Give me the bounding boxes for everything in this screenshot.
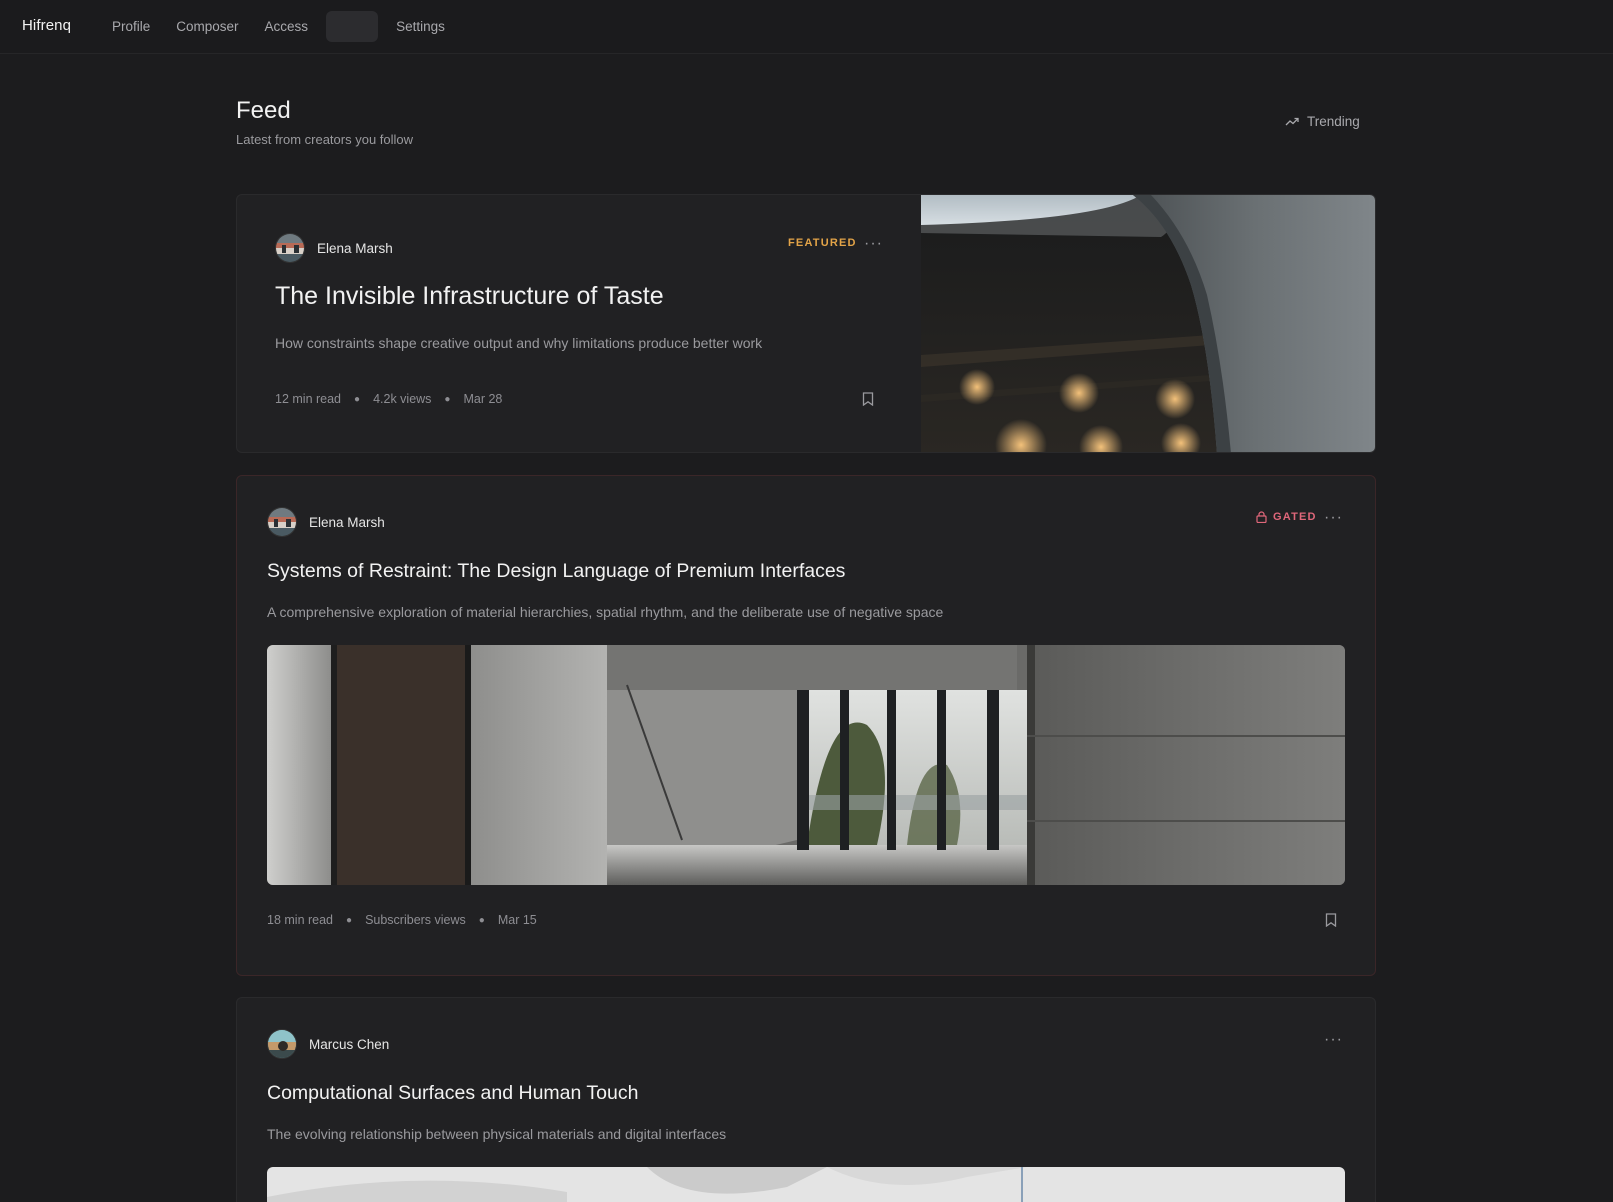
- nav-item-settings[interactable]: Settings: [388, 11, 453, 42]
- more-options-icon[interactable]: ···: [864, 236, 883, 252]
- bookmark-icon[interactable]: [1325, 913, 1337, 932]
- trending-up-icon: [1285, 117, 1299, 125]
- post-meta: 18 min read ● Subscribers views ● Mar 15: [267, 913, 537, 927]
- avatar: [267, 507, 297, 537]
- main-nav: Profile Composer Access Settings: [104, 11, 463, 42]
- bookmark-icon[interactable]: [862, 392, 874, 411]
- more-options-icon[interactable]: ···: [1324, 510, 1343, 526]
- post-date: Mar 15: [497, 913, 537, 927]
- read-time: 18 min read: [267, 913, 334, 927]
- trending-button[interactable]: Trending: [1285, 114, 1360, 129]
- gated-badge: GATED: [1256, 511, 1317, 523]
- trending-label: Trending: [1307, 114, 1360, 129]
- view-count: 4.2k views: [373, 392, 432, 406]
- post-description: A comprehensive exploration of material …: [267, 604, 944, 620]
- more-options-icon[interactable]: ···: [1324, 1032, 1343, 1048]
- brand-logo[interactable]: Hifrenq: [22, 17, 71, 34]
- nav-item-access[interactable]: Access: [257, 11, 317, 42]
- post-cover-image[interactable]: [267, 645, 1345, 885]
- post-description: How constraints shape creative output an…: [275, 335, 763, 351]
- separator-dot: ●: [346, 914, 353, 926]
- separator-dot: ●: [478, 914, 485, 926]
- lock-icon: [1256, 511, 1267, 523]
- post-author[interactable]: Elena Marsh: [275, 233, 393, 263]
- post-cover-image[interactable]: [267, 1167, 1345, 1202]
- author-name: Elena Marsh: [309, 514, 385, 530]
- post-card[interactable]: Marcus Chen ··· Computational Surfaces a…: [236, 997, 1376, 1202]
- post-meta: 12 min read ● 4.2k views ● Mar 28: [275, 392, 502, 406]
- top-nav-bar: Hifrenq Profile Composer Access Settings: [0, 0, 1613, 54]
- separator-dot: ●: [444, 393, 451, 405]
- post-cover-image[interactable]: [921, 195, 1375, 452]
- post-title[interactable]: Computational Surfaces and Human Touch: [267, 1082, 638, 1105]
- view-count: Subscribers views: [365, 913, 466, 927]
- post-card-gated[interactable]: Elena Marsh GATED ··· Systems of Restrai…: [236, 475, 1376, 976]
- post-author[interactable]: Marcus Chen: [267, 1029, 389, 1059]
- nav-item-profile[interactable]: Profile: [104, 11, 158, 42]
- avatar: [275, 233, 305, 263]
- post-author[interactable]: Elena Marsh: [267, 507, 385, 537]
- author-name: Marcus Chen: [309, 1036, 390, 1052]
- post-title[interactable]: Systems of Restraint: The Design Languag…: [267, 560, 845, 583]
- post-description: The evolving relationship between physic…: [267, 1126, 727, 1142]
- read-time: 12 min read: [275, 392, 342, 406]
- author-name: Elena Marsh: [317, 240, 393, 256]
- nav-item-active[interactable]: [326, 11, 379, 42]
- page-subtitle: Latest from creators you follow: [236, 132, 414, 147]
- avatar: [267, 1029, 297, 1059]
- post-date: Mar 28: [463, 392, 503, 406]
- page-title: Feed: [236, 97, 291, 124]
- post-card-featured[interactable]: Elena Marsh FEATURED ··· The Invisible I…: [236, 194, 1376, 453]
- post-title[interactable]: The Invisible Infrastructure of Taste: [275, 282, 664, 311]
- separator-dot: ●: [354, 393, 361, 405]
- nav-item-composer[interactable]: Composer: [168, 11, 246, 42]
- featured-badge: FEATURED: [788, 237, 857, 249]
- gated-badge-label: GATED: [1273, 511, 1317, 523]
